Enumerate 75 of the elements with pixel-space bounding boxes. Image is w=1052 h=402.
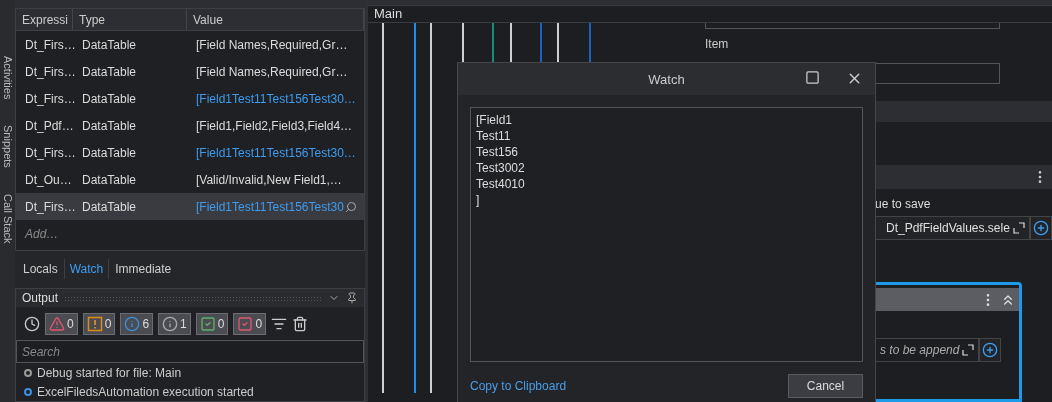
copy-link[interactable]: Copy to Clipboard <box>470 379 567 393</box>
log-line: Debug started for file: Main <box>37 366 182 380</box>
filter-button[interactable]: 6 <box>120 313 154 335</box>
list-filter-button[interactable] <box>271 316 288 332</box>
expression-cell-text: Dt_Ou… <box>24 172 73 187</box>
type-cell-text: DataTable <box>81 91 138 106</box>
column-header[interactable]: Type <box>73 9 187 30</box>
check-square-icon <box>199 316 216 332</box>
maximize-button[interactable] <box>805 70 820 87</box>
value-field[interactable]: s to be append <box>875 338 979 362</box>
side-tab[interactable]: Activities <box>1 56 14 100</box>
filter-button[interactable]: 0 <box>233 313 267 335</box>
designer-title: Main <box>374 6 403 22</box>
type-cell-text: DataTable <box>81 199 138 214</box>
watch-row[interactable]: Dt_Firs… DataTable [Field1Test11Test156Test30… <box>16 139 364 166</box>
clock-button[interactable] <box>24 316 40 332</box>
log-line: ExcelFiledsAutomation execution started <box>37 385 254 399</box>
value-cell-text: [Field1Test11Test156Test30… <box>195 91 357 106</box>
trash-button[interactable] <box>292 316 309 332</box>
watch-row[interactable]: Dt_Ou… DataTable [Valid/Invalid,New Field1,… <box>16 166 364 193</box>
filter-button[interactable]: 0 <box>195 313 229 335</box>
value-field[interactable]: Dt_PdfFieldValues.sele <box>875 216 1030 240</box>
column-header[interactable]: Expressi <box>16 9 73 30</box>
filter-button[interactable]: 0 <box>82 313 116 335</box>
check-square-icon <box>237 316 254 332</box>
activity-card[interactable]: s to be append <box>875 282 1022 402</box>
expression-cell-text: Dt_Firs… <box>24 199 73 214</box>
expand-icon[interactable] <box>1013 222 1025 234</box>
column-header[interactable]: Value <box>187 9 364 30</box>
panel-tab[interactable]: Watch <box>63 259 110 279</box>
warning-triangle-icon <box>49 316 65 332</box>
search-field[interactable]: Search <box>16 340 364 363</box>
info-icon <box>124 316 141 332</box>
panel-tab[interactable]: Locals <box>17 259 64 279</box>
watch-row[interactable]: Dt_Firs… DataTable [Field1Test11Test156Test30 <box>16 193 364 220</box>
type-cell-text: DataTable <box>81 64 138 79</box>
value-cell-text: [Valid/Invalid,New Field1,… <box>195 172 343 187</box>
side-tab[interactable]: Call Stack <box>1 194 14 244</box>
exclamation-square-icon <box>86 316 103 332</box>
plus-button[interactable] <box>979 338 1001 362</box>
info-icon <box>162 316 179 332</box>
pin-icon[interactable] <box>346 292 358 304</box>
watch-row[interactable]: Dt_Firs… DataTable [Field Names,Required,Gr… <box>16 58 364 85</box>
value-cell-text: [Field Names,Required,Gr… <box>195 64 349 79</box>
expression-cell-text: Dt_Firs… <box>24 145 73 160</box>
cancel-button[interactable]: Cancel <box>788 374 863 398</box>
type-cell-text: DataTable <box>81 37 138 52</box>
value-cell-text: [Field1,Field2,Field3,Field4… <box>195 118 354 133</box>
expression-cell-text: Dt_Firs… <box>24 37 73 52</box>
side-tab[interactable]: Snippets <box>1 125 14 169</box>
panel-title: Output <box>22 291 59 305</box>
type-cell-text: DataTable <box>81 118 138 133</box>
value-cell: [Field1Test11Test156Test30 <box>187 199 364 214</box>
value-cell-text: [Field1Test11Test156Test30… <box>195 145 357 160</box>
type-cell-text: DataTable <box>81 172 138 187</box>
add-placeholder[interactable]: Add… <box>16 220 364 248</box>
expression-cell-text: Dt_Firs… <box>24 91 73 106</box>
type-cell-text: DataTable <box>81 145 138 160</box>
value-cell-text: [Field Names,Required,Gr… <box>195 37 349 52</box>
dialog-title: Watch <box>648 71 685 87</box>
panel-tab[interactable]: Immediate <box>109 259 178 279</box>
watch-row[interactable]: Dt_Firs… DataTable [Field Names,Required,Gr… <box>16 31 364 58</box>
filter-button[interactable]: 0 <box>45 313 78 335</box>
expression-cell-text: Dt_Firs… <box>24 64 73 79</box>
input-field[interactable] <box>705 23 1000 29</box>
field-label: ue to save <box>875 197 932 211</box>
magnifier-icon[interactable] <box>344 200 357 213</box>
watch-row[interactable]: Dt_Pdf… DataTable [Field1,Field2,Field3,Field4… <box>16 112 364 139</box>
value-text-area[interactable]: [Field1 Test11 Test156 Test3002 Test4010 ] <box>470 107 863 362</box>
field-label: Item <box>705 37 730 53</box>
expression-cell-text: Dt_Pdf… <box>24 118 73 133</box>
plus-button[interactable] <box>1030 216 1052 240</box>
filter-button[interactable]: 1 <box>158 313 191 335</box>
expand-icon[interactable] <box>962 344 974 356</box>
watch-row[interactable]: Dt_Firs… DataTable [Field1Test11Test156Test30… <box>16 85 364 112</box>
